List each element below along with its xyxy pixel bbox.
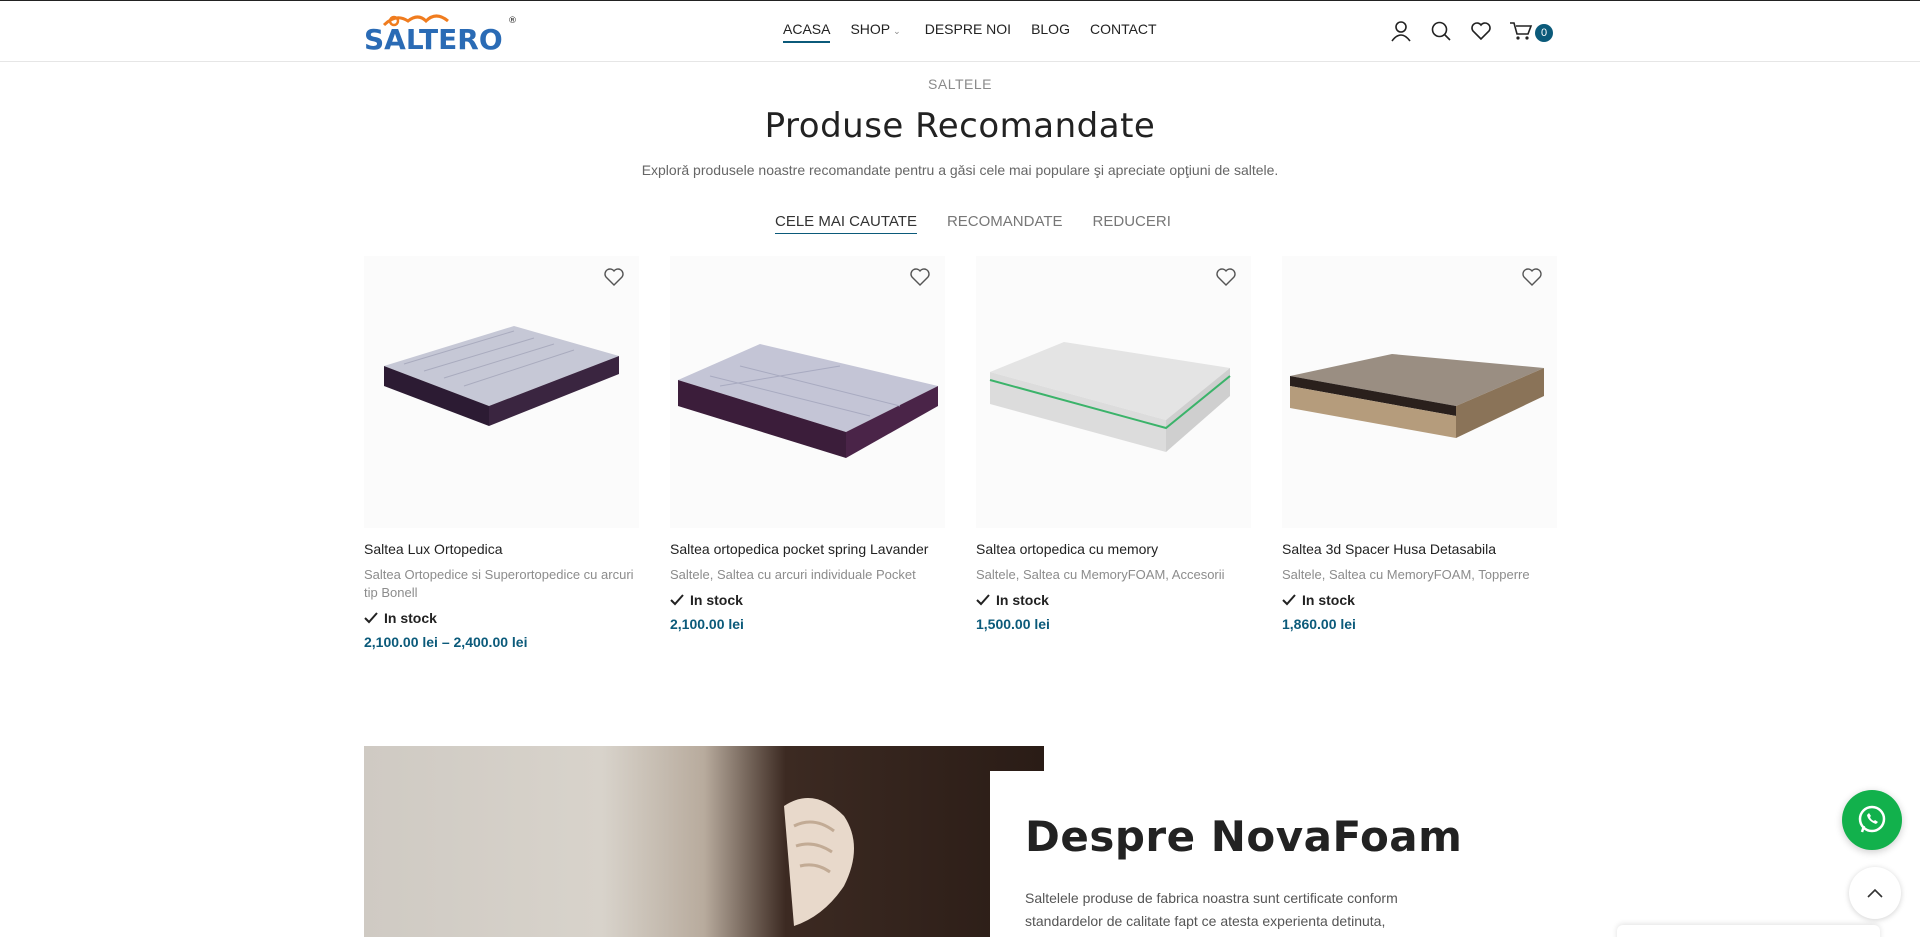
product-categories[interactable]: Saltea Ortopedice si Superortopedice cu …	[364, 566, 639, 602]
tab-reduceri[interactable]: REDUCERI	[1093, 213, 1171, 234]
svg-text:®: ®	[508, 16, 516, 26]
wishlist-heart-icon[interactable]	[1215, 266, 1237, 288]
wishlist-heart-icon[interactable]	[909, 266, 931, 288]
stock-status: In stock	[364, 610, 639, 626]
product-card[interactable]: Saltea 3d Spacer Husa Detasabila Saltele…	[1282, 256, 1557, 632]
stock-status: In stock	[976, 592, 1251, 608]
about-title: Despre NovaFoam	[1025, 812, 1463, 861]
chevron-down-icon: ⌄	[893, 26, 901, 36]
main-nav: ACASA SHOP ⌄ DESPRE NOI BLOG CONTACT	[783, 21, 1177, 43]
product-name[interactable]: Saltea ortopedica cu memory	[976, 540, 1251, 558]
nav-item-shop-label: SHOP	[850, 21, 891, 37]
scroll-to-top-button[interactable]	[1849, 867, 1901, 919]
site-header: SALTERO ® ACASA SHOP ⌄ DESPRE NOI BLOG CO…	[0, 0, 1920, 62]
stock-status: In stock	[670, 592, 945, 608]
product-name[interactable]: Saltea ortopedica pocket spring Lavander	[670, 540, 945, 558]
product-card[interactable]: Saltea Lux Ortopedica Saltea Ortopedice …	[364, 256, 639, 650]
product-image[interactable]	[670, 256, 945, 528]
nav-item-contact[interactable]: CONTACT	[1090, 21, 1157, 43]
nav-item-blog[interactable]: BLOG	[1031, 21, 1070, 43]
whatsapp-icon	[1858, 805, 1886, 833]
product-image[interactable]	[364, 256, 639, 528]
product-price: 2,100.00 lei	[670, 616, 744, 632]
stock-status: In stock	[1282, 592, 1557, 608]
product-categories[interactable]: Saltele, Saltea cu MemoryFOAM, Topperre	[1282, 566, 1557, 584]
header-icons: 0	[1389, 19, 1553, 43]
tab-recomandate[interactable]: RECOMANDATE	[947, 213, 1063, 234]
about-text: Saltelele produse de fabrica noastra sun…	[1025, 890, 1398, 929]
product-categories[interactable]: Saltele, Saltea cu arcuri individuale Po…	[670, 566, 945, 584]
wishlist-heart-icon[interactable]	[1521, 266, 1543, 288]
nav-item-despre-noi[interactable]: DESPRE NOI	[925, 21, 1011, 43]
product-price: 1,860.00 lei	[1282, 616, 1356, 632]
product-grid: Saltea Lux Ortopedica Saltea Ortopedice …	[364, 256, 1558, 666]
check-icon	[670, 594, 684, 606]
product-price: 2,100.00 lei – 2,400.00 lei	[364, 634, 528, 650]
heart-icon[interactable]	[1469, 19, 1493, 43]
product-card[interactable]: Saltea ortopedica pocket spring Lavander…	[670, 256, 945, 632]
saltero-logo[interactable]: SALTERO ®	[364, 11, 517, 56]
section-eyebrow: SALTELE	[928, 76, 992, 92]
product-categories[interactable]: Saltele, Saltea cu MemoryFOAM, Accesorii	[976, 566, 1251, 584]
cart-icon	[1510, 22, 1533, 40]
cart-button[interactable]: 0	[1509, 20, 1553, 42]
nav-item-shop[interactable]: SHOP ⌄	[850, 21, 900, 43]
stock-label: In stock	[384, 610, 437, 626]
nav-item-acasa[interactable]: ACASA	[783, 21, 831, 43]
wishlist-heart-icon[interactable]	[603, 266, 625, 288]
section-title: Produse Recomandate	[764, 106, 1156, 146]
user-icon[interactable]	[1389, 19, 1413, 43]
product-name[interactable]: Saltea 3d Spacer Husa Detasabila	[1282, 540, 1557, 558]
stock-label: In stock	[1302, 592, 1355, 608]
chevron-up-icon	[1867, 888, 1883, 898]
svg-text:SALTERO: SALTERO	[364, 23, 503, 53]
whatsapp-button[interactable]	[1842, 790, 1902, 850]
product-image[interactable]	[1282, 256, 1557, 528]
tab-cele-mai-cautate[interactable]: CELE MAI CAUTATE	[775, 213, 917, 234]
search-icon[interactable]	[1429, 19, 1453, 43]
stock-label: In stock	[690, 592, 743, 608]
product-image[interactable]	[976, 256, 1251, 528]
product-card[interactable]: Saltea ortopedica cu memory Saltele, Sal…	[976, 256, 1251, 632]
product-price: 1,500.00 lei	[976, 616, 1050, 632]
check-icon	[1282, 594, 1296, 606]
product-name[interactable]: Saltea Lux Ortopedica	[364, 540, 639, 558]
stock-label: In stock	[996, 592, 1049, 608]
check-icon	[976, 594, 990, 606]
cart-count-badge: 0	[1535, 24, 1553, 42]
check-icon	[364, 612, 378, 624]
about-image	[364, 746, 1044, 937]
section-subtitle: Explorǎ produsele noastre recomandate pe…	[641, 162, 1279, 178]
chat-widget-bar[interactable]	[1617, 925, 1880, 937]
product-tabs: CELE MAI CAUTATE RECOMANDATE REDUCERI	[775, 213, 1201, 234]
